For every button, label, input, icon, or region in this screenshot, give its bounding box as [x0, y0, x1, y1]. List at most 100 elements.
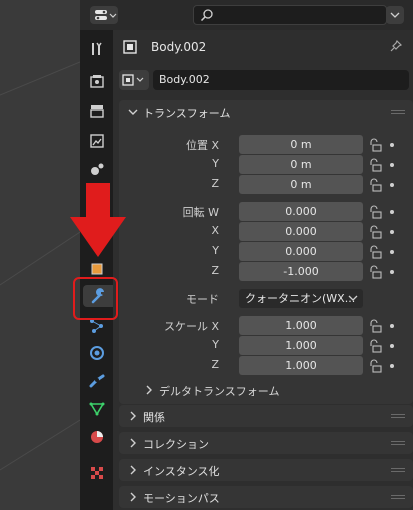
- editor-type-icon: [95, 10, 117, 20]
- pin-icon[interactable]: [389, 39, 403, 53]
- chevron-right-icon: [130, 492, 136, 502]
- drag-grip-icon[interactable]: [391, 441, 405, 445]
- rotation-mode-dropdown[interactable]: クォータニオン(WX...: [239, 289, 363, 308]
- chevron-down-icon: [128, 109, 138, 115]
- tab-tool[interactable]: [86, 38, 108, 60]
- lock-icon[interactable]: [368, 319, 382, 333]
- properties-tabs: [80, 30, 113, 510]
- rotation-y-label: Y: [212, 244, 219, 257]
- transform-section: トランスフォーム 位置 X 0 m Y 0 m Z 0 m 回転 W 0.000…: [119, 100, 413, 404]
- search-icon: [200, 9, 213, 22]
- properties-panel: Body.002 Body.002 トランスフォーム 位置 X 0 m Y 0 …: [113, 30, 413, 510]
- delta-transform-subpanel[interactable]: デルタトランスフォーム: [133, 380, 403, 400]
- keyframe-dot[interactable]: [390, 163, 394, 167]
- lock-icon[interactable]: [368, 359, 382, 373]
- tab-render[interactable]: [86, 70, 108, 92]
- location-y-label: Y: [212, 157, 219, 170]
- scale-x-field[interactable]: 1.000: [239, 316, 363, 335]
- scale-y-label: Y: [212, 338, 219, 351]
- rotation-mode-label: モード: [186, 293, 219, 306]
- object-icon: [123, 40, 137, 54]
- lock-icon[interactable]: [368, 245, 382, 259]
- rotation-w-label: 回転 W: [182, 206, 219, 219]
- view-layer-icon: [90, 134, 104, 148]
- rotation-w-field[interactable]: 0.000: [239, 202, 363, 221]
- keyframe-dot[interactable]: [390, 270, 394, 274]
- object-name-row: Body.002: [119, 70, 409, 90]
- location-x-label: 位置 X: [185, 139, 219, 152]
- lock-icon[interactable]: [368, 265, 382, 279]
- lock-icon[interactable]: [368, 225, 382, 239]
- rotation-y-field[interactable]: 0.000: [239, 242, 363, 261]
- scale-y-field[interactable]: 1.000: [239, 336, 363, 355]
- editor-type-button[interactable]: [90, 6, 118, 24]
- lock-icon[interactable]: [368, 339, 382, 353]
- properties-header: [80, 0, 413, 30]
- instancing-header: インスタンス化: [119, 459, 413, 483]
- lock-icon[interactable]: [368, 158, 382, 172]
- keyframe-dot[interactable]: [390, 250, 394, 254]
- motion-paths-section[interactable]: モーションパス: [119, 486, 413, 508]
- keyframe-dot[interactable]: [390, 183, 394, 187]
- object-icon: [91, 263, 103, 275]
- object-title: Body.002: [151, 40, 207, 54]
- lock-icon[interactable]: [368, 205, 382, 219]
- tab-physics[interactable]: [86, 342, 108, 364]
- instancing-section[interactable]: インスタンス化: [119, 459, 413, 481]
- rotation-z-field[interactable]: -1.000: [239, 262, 363, 281]
- drag-grip-icon[interactable]: [391, 414, 405, 418]
- keyframe-dot[interactable]: [390, 230, 394, 234]
- scale-x-label: スケール X: [163, 320, 219, 333]
- object-name-field[interactable]: Body.002: [153, 70, 409, 90]
- tab-constraints[interactable]: [86, 370, 108, 392]
- object-type-dropdown[interactable]: [119, 70, 149, 90]
- transform-header[interactable]: トランスフォーム: [119, 100, 413, 124]
- tab-view-layer[interactable]: [86, 130, 108, 152]
- motion-paths-header: モーションパス: [119, 486, 413, 510]
- chevron-down-icon: [348, 295, 358, 301]
- options-button[interactable]: [386, 6, 404, 24]
- tab-object-data[interactable]: [86, 398, 108, 420]
- drag-grip-icon[interactable]: [391, 468, 405, 472]
- red-arrow-annotation: [70, 183, 126, 257]
- rotation-x-field[interactable]: 0.000: [239, 222, 363, 241]
- constraints-icon: [89, 374, 105, 388]
- keyframe-dot[interactable]: [390, 364, 394, 368]
- chevron-right-icon: [130, 438, 136, 448]
- collections-section[interactable]: コレクション: [119, 432, 413, 454]
- location-x-field[interactable]: 0 m: [239, 135, 363, 154]
- keyframe-dot[interactable]: [390, 210, 394, 214]
- relations-section[interactable]: 関係: [119, 405, 413, 427]
- keyframe-dot[interactable]: [390, 344, 394, 348]
- drag-grip-icon[interactable]: [391, 495, 405, 499]
- location-z-field[interactable]: 0 m: [239, 175, 363, 194]
- search-input[interactable]: [193, 5, 387, 25]
- object-title-row: Body.002: [119, 38, 409, 56]
- texture-icon: [91, 467, 103, 479]
- scale-z-label: Z: [211, 358, 219, 371]
- material-icon: [91, 431, 103, 443]
- tool-icon: [92, 42, 102, 55]
- tab-output[interactable]: [86, 100, 108, 122]
- location-y-field[interactable]: 0 m: [239, 155, 363, 174]
- lock-icon[interactable]: [368, 178, 382, 192]
- chevron-right-icon: [130, 411, 136, 421]
- rotation-x-label: X: [211, 224, 219, 237]
- relations-header: 関係: [119, 405, 413, 429]
- scale-z-field[interactable]: 1.000: [239, 356, 363, 375]
- tab-scene[interactable]: [86, 158, 108, 180]
- physics-icon: [90, 346, 104, 360]
- keyframe-dot[interactable]: [390, 143, 394, 147]
- keyframe-dot[interactable]: [390, 324, 394, 328]
- object-type-icon: [122, 74, 144, 86]
- location-z-label: Z: [211, 177, 219, 190]
- tab-texture[interactable]: [86, 462, 108, 484]
- render-icon: [90, 75, 104, 88]
- lock-icon[interactable]: [368, 138, 382, 152]
- rotation-z-label: Z: [211, 264, 219, 277]
- chevron-right-icon: [130, 465, 136, 475]
- tab-material[interactable]: [86, 426, 108, 448]
- collections-header: コレクション: [119, 432, 413, 456]
- chevron-right-icon: [146, 385, 152, 395]
- drag-grip-icon[interactable]: [391, 110, 405, 114]
